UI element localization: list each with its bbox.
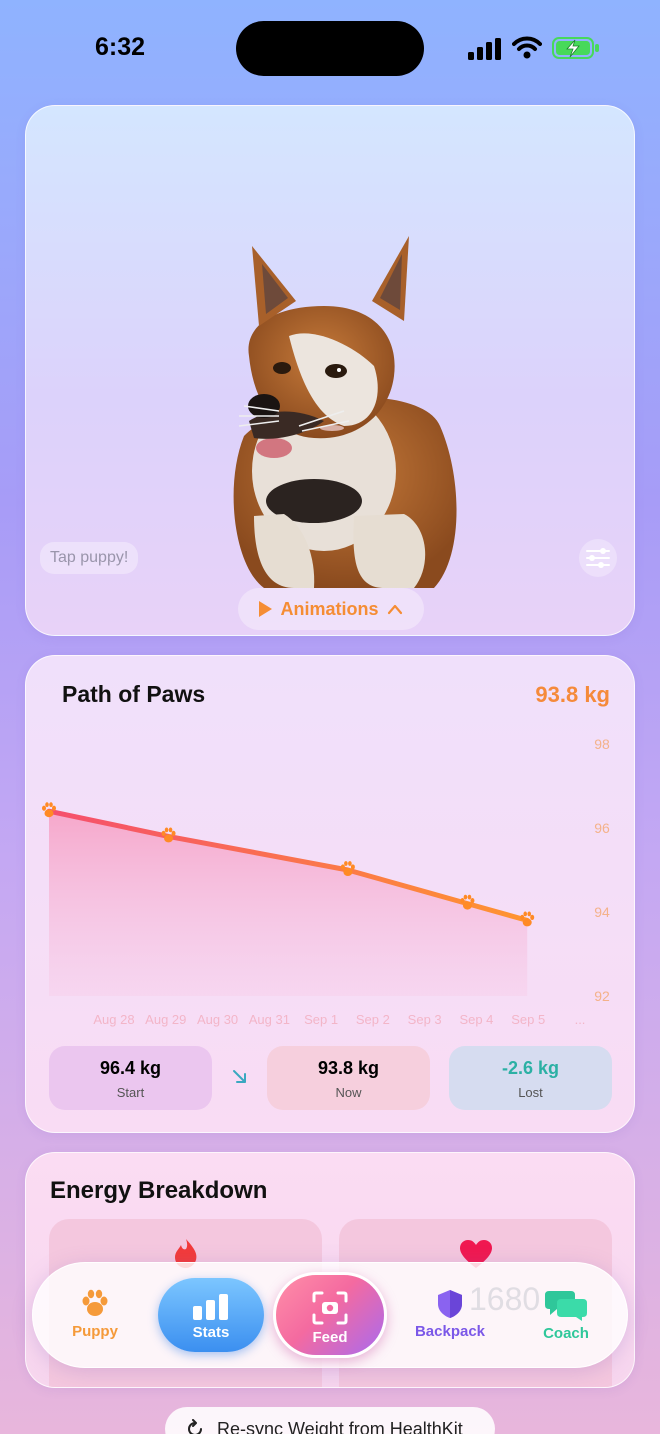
refresh-icon [188, 1419, 202, 1434]
chart-area [49, 811, 528, 996]
trend-down-arrow-icon [233, 1070, 246, 1083]
tab-backpack-label: Backpack [414, 1323, 486, 1340]
puppy-card: Tap puppy! Animations [25, 105, 635, 636]
stat-start: 96.4 kg Start [49, 1046, 212, 1110]
tab-feed-label: Feed [312, 1329, 348, 1346]
tab-bar: 1680 Puppy Stats Feed Backpack Coach [32, 1262, 628, 1368]
energy-title: Energy Breakdown [50, 1177, 268, 1204]
bar-chart-icon [193, 1294, 228, 1320]
resync-label: Re-sync Weight from HealthKit [217, 1418, 463, 1434]
tab-backpack[interactable]: Backpack [405, 1289, 495, 1340]
y-tick-label: 96 [594, 820, 610, 836]
y-tick-label: 94 [594, 904, 610, 920]
x-tick-label: Sep 4 [459, 1012, 493, 1027]
status-bar: 6:32 [0, 0, 660, 96]
tab-coach-label: Coach [543, 1325, 589, 1342]
chat-bubbles-icon [545, 1291, 587, 1321]
stat-now-label: Now [335, 1085, 362, 1100]
shield-icon [438, 1290, 462, 1318]
tap-puppy-hint: Tap puppy! [40, 542, 139, 574]
chart-title: Path of Paws [62, 681, 206, 707]
x-tick-label: Sep 3 [408, 1012, 442, 1027]
x-tick-label: ... [575, 1012, 586, 1027]
chevron-up-icon [387, 604, 402, 615]
tab-feed[interactable]: Feed [273, 1272, 387, 1358]
tab-puppy-label: Puppy [72, 1323, 118, 1340]
signal-icon [468, 38, 501, 60]
clock: 6:32 [95, 33, 146, 61]
tab-coach[interactable]: Coach [531, 1289, 601, 1342]
y-tick-label: 92 [594, 988, 610, 1004]
current-weight: 93.8 kg [535, 682, 610, 707]
settings-button[interactable] [579, 539, 617, 577]
camera-scan-icon [312, 1291, 348, 1325]
paw-icon [82, 1289, 108, 1316]
stat-now: 93.8 kg Now [267, 1046, 430, 1110]
stat-lost: -2.6 kg Lost [449, 1046, 612, 1110]
weight-chart: 98 96 94 92 Aug 28 Aug 29 Aug 30 Aug 31 Sep 1 Se… [42, 736, 610, 1027]
stat-lost-value: -2.6 kg [501, 1058, 560, 1078]
tab-stats[interactable]: Stats [158, 1278, 264, 1352]
animations-button[interactable]: Animations [238, 588, 424, 630]
x-tick-label: Sep 5 [511, 1012, 545, 1027]
settings-sliders-icon [586, 548, 610, 568]
x-tick-label: Aug 28 [93, 1012, 134, 1027]
x-tick-label: Sep 2 [356, 1012, 390, 1027]
battery-charging-icon [552, 37, 599, 59]
stat-now-value: 93.8 kg [317, 1058, 380, 1078]
tab-puppy[interactable]: Puppy [63, 1289, 127, 1340]
stat-start-label: Start [116, 1085, 145, 1100]
x-tick-label: Sep 1 [304, 1012, 338, 1027]
wifi-icon [512, 36, 542, 59]
tab-stats-label: Stats [192, 1324, 230, 1341]
stat-start-value: 96.4 kg [99, 1058, 162, 1078]
x-tick-label: Aug 31 [249, 1012, 290, 1027]
animations-label: Animations [280, 598, 379, 619]
y-tick-label: 98 [594, 736, 610, 752]
puppy-model[interactable] [204, 226, 464, 588]
path-of-paws-card: Path of Paws 93.8 kg 98 96 94 92 Aug 28 Aug … [25, 655, 635, 1133]
stat-lost-label: Lost [518, 1085, 543, 1100]
x-tick-label: Aug 30 [197, 1012, 238, 1027]
x-tick-label: Aug 29 [145, 1012, 186, 1027]
resync-healthkit-button[interactable]: Re-sync Weight from HealthKit [165, 1407, 495, 1434]
play-icon [259, 601, 273, 617]
dynamic-island [236, 21, 424, 76]
